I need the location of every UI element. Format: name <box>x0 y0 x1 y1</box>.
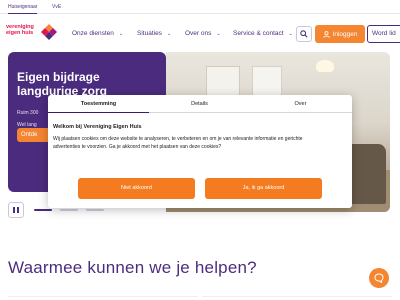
cookie-consent-dialog: Toestemming Details Over Welkom bij Vere… <box>48 95 352 208</box>
decline-cookies-button[interactable]: Niet akkoord <box>78 178 195 199</box>
cookie-text: Wij plaatsen cookies om deze website te … <box>53 135 343 151</box>
tab-toestemming[interactable]: Toestemming <box>48 95 149 113</box>
tab-over[interactable]: Over <box>250 95 351 113</box>
cookie-tabs: Toestemming Details Over <box>48 95 352 113</box>
tab-details[interactable]: Details <box>149 95 250 113</box>
cookie-text-line-2: advertenties te voorzien. Ga je akkoord … <box>53 144 222 150</box>
cookie-text-line-1: Wij plaatsen cookies om deze website te … <box>53 136 303 142</box>
accept-cookies-button[interactable]: Ja, ik ga akkoord <box>205 178 322 199</box>
cookie-title: Welkom bij Vereniging Eigen Huis <box>53 124 142 130</box>
